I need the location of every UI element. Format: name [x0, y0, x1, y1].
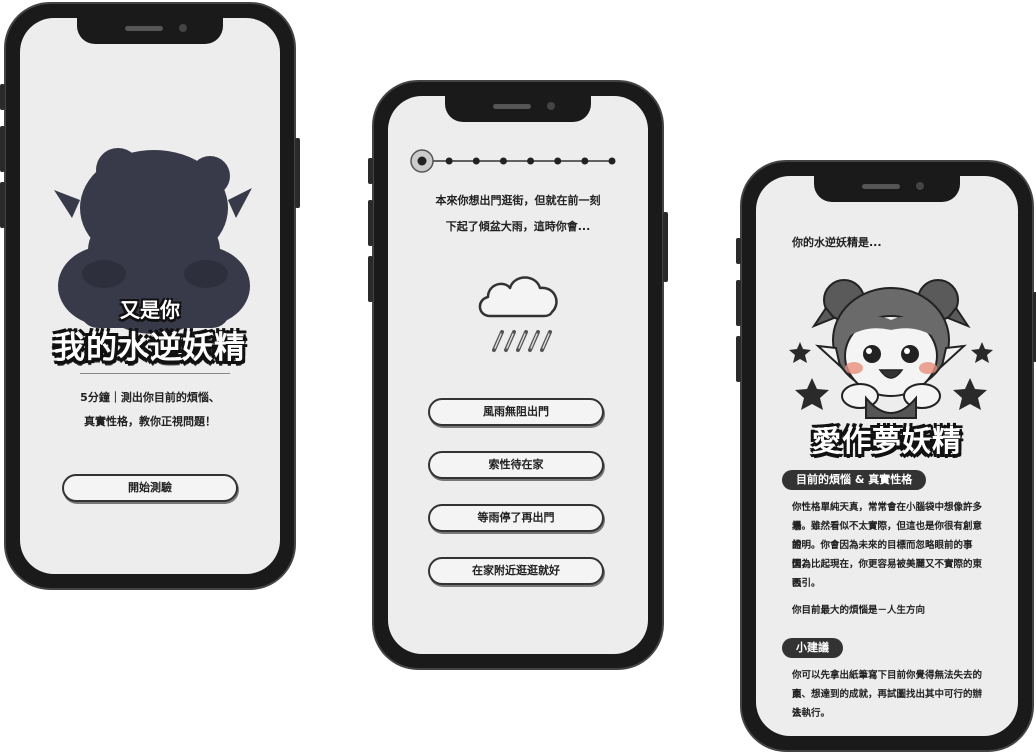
current-worry: 你目前最大的煩惱是－人生方向 — [792, 605, 926, 616]
mute-switch — [368, 158, 373, 184]
notch — [445, 96, 591, 122]
result-screen: 你的水逆妖精是... 愛作夢妖精 目前的煩惱 & 真實性格 你性格單純天真，常常… — [756, 176, 1018, 736]
result-intro: 你的水逆妖精是... — [792, 236, 882, 249]
volume-down-button — [0, 182, 5, 228]
start-quiz-button[interactable]: 開始測驗 — [62, 474, 238, 502]
volume-down-button — [368, 256, 373, 302]
phone-result: 你的水逆妖精是... 愛作夢妖精 目前的煩惱 & 真實性格 你性格單純天真，常常… — [736, 160, 1036, 752]
phone-quiz: 本來你想出門逛街，但就在前一刻 下起了傾盆大雨，這時你會... 風雨無阻出門 索… — [368, 80, 668, 670]
progress-step-dot — [472, 157, 480, 165]
phone-intro: 又是你 我的水逆妖精 5分鐘｜測出你目前的煩惱、 真實性格，教你正視問題！ 開始… — [0, 2, 300, 590]
intro-desc-line1: 5分鐘｜測出你目前的煩惱、 — [80, 391, 220, 404]
volume-up-button — [0, 126, 5, 172]
option-button[interactable]: 風雨無阻出門 — [428, 398, 604, 426]
question-progress — [410, 149, 616, 173]
progress-step-dot — [499, 157, 507, 165]
progress-step-dot — [554, 157, 562, 165]
intro-title: 我的水逆妖精 — [54, 330, 246, 366]
fairy-girl-illustration — [789, 279, 993, 419]
progress-step-dot — [417, 156, 427, 166]
section-tag-personality: 目前的煩惱 & 真實性格 — [782, 470, 927, 490]
result-fairy-name: 愛作夢妖精 — [811, 424, 962, 458]
divider — [80, 373, 230, 374]
intro-desc-line2: 真實性格，教你正視問題！ — [84, 415, 216, 428]
rain-cloud-icon — [478, 276, 558, 352]
paragraph-line: 去執行。 — [792, 708, 831, 719]
mute-switch — [0, 84, 5, 110]
question-line2: 下起了傾盆大雨，這時你會... — [445, 220, 591, 233]
section-tag-advice: 小建議 — [782, 638, 843, 658]
option-button[interactable]: 等雨停了再出門 — [428, 504, 604, 532]
volume-up-button — [368, 200, 373, 246]
power-button — [295, 138, 300, 208]
notch — [814, 176, 960, 202]
progress-step-dot — [581, 157, 589, 165]
option-button[interactable]: 索性待在家 — [428, 451, 604, 479]
progress-step-dot — [445, 157, 453, 165]
progress-step-dot — [608, 157, 616, 165]
option-button[interactable]: 在家附近逛逛就好 — [428, 557, 604, 585]
intro-subtitle: 又是你 — [120, 298, 180, 322]
notch — [77, 18, 223, 44]
mute-switch — [736, 238, 741, 264]
volume-up-button — [736, 280, 741, 326]
quiz-screen: 本來你想出門逛街，但就在前一刻 下起了傾盆大雨，這時你會... 風雨無阻出門 索… — [388, 96, 648, 654]
progress-step-dot — [527, 157, 535, 165]
paragraph-line: 吸引。 — [792, 578, 821, 589]
intro-screen: 又是你 我的水逆妖精 5分鐘｜測出你目前的煩惱、 真實性格，教你正視問題！ 開始… — [20, 18, 280, 574]
volume-down-button — [736, 336, 741, 382]
question-line1: 本來你想出門逛街，但就在前一刻 — [435, 194, 601, 207]
power-button — [663, 212, 668, 282]
